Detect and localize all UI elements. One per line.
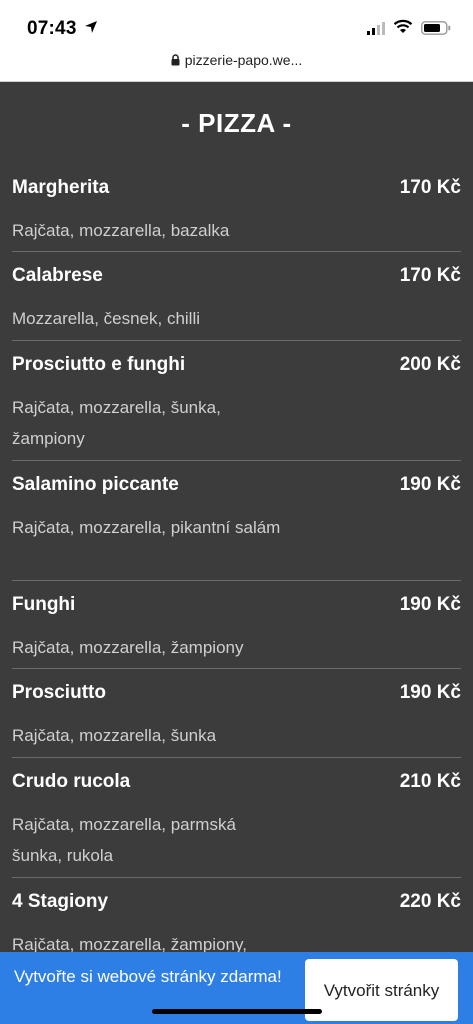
item-price: 190 Kč — [399, 682, 461, 703]
item-price: 190 Kč — [399, 474, 461, 495]
item-name: Calabrese — [12, 265, 103, 286]
item-description: Rajčata, mozzarella, šunka, žampiony — [12, 398, 221, 448]
item-name: Funghi — [12, 594, 76, 615]
cellular-signal-icon — [367, 22, 385, 35]
menu-content: - PIZZA - Margherita 170 Kč Rajčata, moz… — [0, 82, 473, 952]
item-description: Rajčata, mozzarella, žampiony, — [12, 935, 247, 952]
item-description: Mozzarella, česnek, chilli — [12, 309, 201, 328]
home-indicator[interactable] — [152, 1009, 322, 1014]
divider — [12, 757, 461, 758]
menu-heading: - PIZZA - — [181, 108, 292, 138]
item-name: 4 Stagiony — [12, 891, 109, 912]
item-price: 200 Kč — [399, 354, 461, 375]
item-name: Prosciutto — [12, 682, 106, 703]
item-price: 190 Kč — [399, 594, 461, 615]
divider — [12, 251, 461, 252]
banner-text: Vytvořte si webové stránky zdarma! — [14, 967, 282, 986]
item-description: Rajčata, mozzarella, pikantní salám — [12, 518, 281, 537]
divider — [12, 877, 461, 878]
create-website-button[interactable]: Vytvořit stránky — [305, 959, 458, 1021]
item-name: Margherita — [12, 177, 110, 198]
item-description: Rajčata, mozzarella, bazalka — [12, 221, 230, 240]
divider — [12, 668, 461, 669]
item-price: 220 Kč — [399, 891, 461, 912]
divider — [12, 580, 461, 581]
wifi-icon — [393, 19, 413, 33]
address-bar[interactable]: pizzerie-papo.we... — [0, 50, 473, 70]
location-arrow-icon — [85, 21, 97, 33]
item-name: Salamino piccante — [12, 474, 179, 495]
item-description: Rajčata, mozzarella, parmská šunka, ruko… — [12, 815, 236, 865]
battery-icon — [421, 21, 451, 35]
divider — [12, 460, 461, 461]
lock-icon — [171, 54, 180, 66]
item-description: Rajčata, mozzarella, šunka — [12, 726, 217, 745]
status-time: 07:43 — [27, 18, 77, 39]
divider — [12, 340, 461, 341]
item-price: 170 Kč — [399, 177, 461, 198]
item-name: Prosciutto e funghi — [12, 354, 186, 375]
item-name: Crudo rucola — [12, 771, 131, 792]
url-text: pizzerie-papo.we... — [184, 52, 303, 68]
item-price: 210 Kč — [399, 771, 461, 792]
item-price: 170 Kč — [399, 265, 461, 286]
item-description: Rajčata, mozzarella, žampiony — [12, 638, 244, 657]
browser-top-bar: 07:43 pizzerie-papo.we... — [0, 0, 473, 82]
